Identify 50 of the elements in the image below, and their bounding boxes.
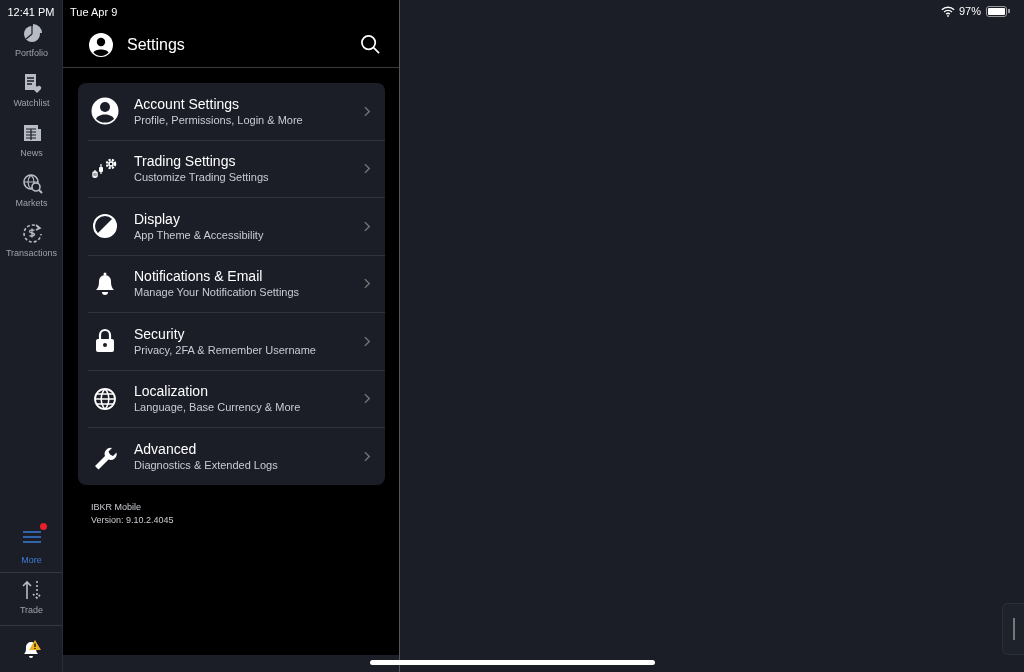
dollar-cycle-icon (20, 222, 43, 244)
row-title: Trading Settings (134, 153, 237, 171)
status-date: Tue Apr 9 (69, 5, 119, 20)
row-subtitle: Profile, Permissions, Login & More (134, 112, 304, 127)
chevron-icon (364, 335, 371, 347)
chevron-icon (364, 220, 371, 232)
row-title: Security (134, 325, 186, 343)
row-subtitle: Language, Base Currency & More (134, 400, 302, 415)
search-button[interactable] (360, 34, 381, 55)
settings-row[interactable]: Account Settings Profile, Permissions, Login & More (78, 83, 385, 140)
row-title: Display (134, 210, 181, 228)
settings-row[interactable]: Localization Language, Base Currency & More (78, 370, 385, 427)
settings-row[interactable]: Trading Settings Customize Trading Settings (78, 140, 385, 197)
user-avatar-icon[interactable] (89, 32, 113, 57)
row-subtitle: Manage Your Notification Settings (134, 285, 301, 300)
status-time: 12:41 PM (6, 5, 56, 20)
chevron-icon (364, 105, 371, 117)
battery-percent: 97% (958, 4, 981, 19)
row-subtitle: Privacy, 2FA & Remember Username (134, 342, 317, 357)
settings-row[interactable]: Security Privacy, 2FA & Remember Username (78, 313, 385, 370)
row-title: Advanced (134, 440, 198, 458)
wifi-icon (940, 5, 955, 17)
header-title: Settings (127, 34, 186, 55)
rail-tab[interactable]: Watchlist (0, 72, 63, 122)
chevron-icon (364, 393, 371, 405)
version-text: Version: 9.10.2.4045 (91, 513, 175, 527)
row-title: Account Settings (134, 95, 241, 113)
rail-tab[interactable]: More (0, 526, 63, 572)
row-subtitle: Customize Trading Settings (134, 170, 270, 185)
globe-search-icon (20, 172, 43, 194)
rail-tab[interactable]: Transactions (0, 222, 63, 272)
row-title: Localization (134, 383, 209, 401)
row-subtitle: Diagnostics & Extended Logs (134, 457, 279, 472)
settings-row[interactable]: Display App Theme & Accessibility (78, 198, 385, 255)
user-icon (90, 96, 120, 127)
row-subtitle: App Theme & Accessibility (134, 227, 265, 242)
rail-tab[interactable]: Portfolio (0, 22, 63, 72)
settings-row[interactable]: Notifications & Email Manage Your Notification Settings (78, 255, 385, 312)
up-down-arrows-icon (20, 579, 43, 601)
trade-button[interactable]: Trade (0, 573, 63, 625)
battery-icon (986, 5, 1010, 17)
chevron-icon (364, 450, 371, 462)
app-name: IBKR Mobile (91, 500, 143, 514)
side-panel-handle[interactable] (1002, 603, 1024, 655)
settings-row[interactable]: Advanced Diagnostics & Extended Logs (78, 428, 385, 485)
rail-tab[interactable]: News (0, 122, 63, 172)
rail-tab[interactable]: Markets (0, 172, 63, 222)
row-title: Notifications & Email (134, 268, 264, 286)
chevron-icon (364, 163, 371, 175)
chevron-icon (364, 278, 371, 290)
